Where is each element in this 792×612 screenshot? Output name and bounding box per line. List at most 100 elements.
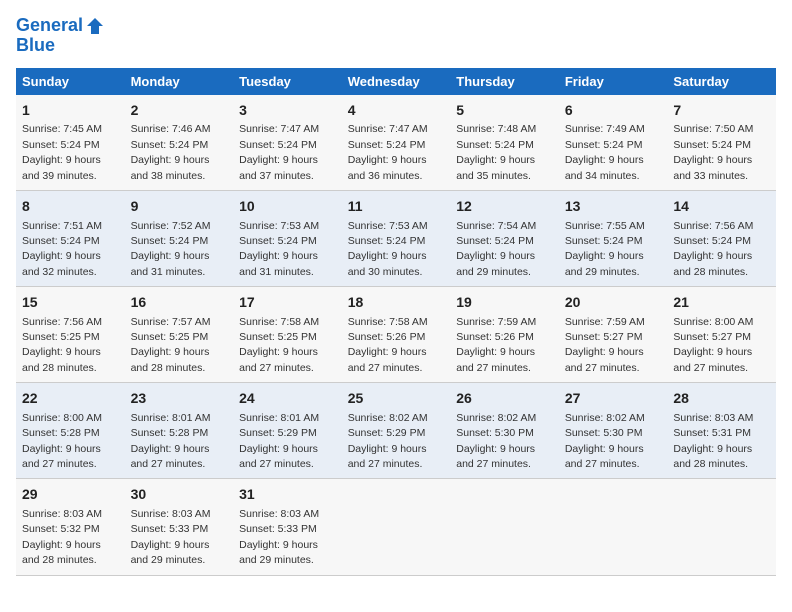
- day-number: 14: [673, 197, 770, 217]
- day-info: Sunrise: 7:53 AM Sunset: 5:24 PM Dayligh…: [348, 220, 428, 278]
- calendar-cell: 18 Sunrise: 7:58 AM Sunset: 5:26 PM Dayli…: [342, 287, 451, 383]
- calendar-cell: 15 Sunrise: 7:56 AM Sunset: 5:25 PM Dayli…: [16, 287, 125, 383]
- day-number: 11: [348, 197, 445, 217]
- logo-icon: [85, 16, 105, 36]
- day-info: Sunrise: 8:03 AM Sunset: 5:31 PM Dayligh…: [673, 412, 753, 470]
- day-info: Sunrise: 7:48 AM Sunset: 5:24 PM Dayligh…: [456, 123, 536, 181]
- day-info: Sunrise: 8:02 AM Sunset: 5:29 PM Dayligh…: [348, 412, 428, 470]
- day-number: 24: [239, 389, 336, 409]
- day-number: 26: [456, 389, 553, 409]
- day-info: Sunrise: 7:47 AM Sunset: 5:24 PM Dayligh…: [239, 123, 319, 181]
- day-number: 21: [673, 293, 770, 313]
- calendar-cell: 7Sunrise: 7:50 AM Sunset: 5:24 PM Daylig…: [667, 95, 776, 191]
- day-number: 19: [456, 293, 553, 313]
- day-info: Sunrise: 7:50 AM Sunset: 5:24 PM Dayligh…: [673, 123, 753, 181]
- day-number: 17: [239, 293, 336, 313]
- day-number: 22: [22, 389, 119, 409]
- calendar-cell: 12Sunrise: 7:54 AM Sunset: 5:24 PM Dayli…: [450, 190, 559, 286]
- day-info: Sunrise: 7:57 AM Sunset: 5:25 PM Dayligh…: [131, 316, 211, 374]
- day-number: 25: [348, 389, 445, 409]
- calendar-cell: 9 Sunrise: 7:52 AM Sunset: 5:24 PM Daylig…: [125, 190, 234, 286]
- day-info: Sunrise: 8:00 AM Sunset: 5:28 PM Dayligh…: [22, 412, 102, 470]
- day-header-sunday: Sunday: [16, 68, 125, 95]
- day-info: Sunrise: 7:58 AM Sunset: 5:25 PM Dayligh…: [239, 316, 319, 374]
- calendar-cell: [559, 479, 668, 575]
- day-number: 4: [348, 101, 445, 121]
- day-info: Sunrise: 8:00 AM Sunset: 5:27 PM Dayligh…: [673, 316, 753, 374]
- day-info: Sunrise: 7:58 AM Sunset: 5:26 PM Dayligh…: [348, 316, 428, 374]
- day-number: 15: [22, 293, 119, 313]
- calendar-cell: 14 Sunrise: 7:56 AM Sunset: 5:24 PM Dayli…: [667, 190, 776, 286]
- day-info: Sunrise: 7:59 AM Sunset: 5:27 PM Dayligh…: [565, 316, 645, 374]
- calendar-cell: [450, 479, 559, 575]
- day-number: 30: [131, 485, 228, 505]
- logo-text: General: [16, 16, 83, 36]
- calendar-cell: 28 Sunrise: 8:03 AM Sunset: 5:31 PM Dayli…: [667, 383, 776, 479]
- day-number: 28: [673, 389, 770, 409]
- calendar-cell: 19 Sunrise: 7:59 AM Sunset: 5:26 PM Dayli…: [450, 287, 559, 383]
- calendar-header: SundayMondayTuesdayWednesdayThursdayFrid…: [16, 68, 776, 95]
- day-number: 13: [565, 197, 662, 217]
- day-info: Sunrise: 7:46 AM Sunset: 5:24 PM Dayligh…: [131, 123, 211, 181]
- day-number: 8: [22, 197, 119, 217]
- calendar-cell: 1Sunrise: 7:45 AM Sunset: 5:24 PM Daylig…: [16, 95, 125, 191]
- day-info: Sunrise: 8:03 AM Sunset: 5:33 PM Dayligh…: [131, 508, 211, 566]
- day-number: 31: [239, 485, 336, 505]
- calendar-cell: 3Sunrise: 7:47 AM Sunset: 5:24 PM Daylig…: [233, 95, 342, 191]
- calendar-cell: 23Sunrise: 8:01 AM Sunset: 5:28 PM Dayli…: [125, 383, 234, 479]
- day-info: Sunrise: 8:02 AM Sunset: 5:30 PM Dayligh…: [456, 412, 536, 470]
- day-info: Sunrise: 7:45 AM Sunset: 5:24 PM Dayligh…: [22, 123, 102, 181]
- day-number: 1: [22, 101, 119, 121]
- day-number: 18: [348, 293, 445, 313]
- calendar-cell: 25 Sunrise: 8:02 AM Sunset: 5:29 PM Dayli…: [342, 383, 451, 479]
- calendar-cell: 29 Sunrise: 8:03 AM Sunset: 5:32 PM Dayli…: [16, 479, 125, 575]
- calendar-cell: 30 Sunrise: 8:03 AM Sunset: 5:33 PM Dayli…: [125, 479, 234, 575]
- calendar-cell: 10 Sunrise: 7:53 AM Sunset: 5:24 PM Dayli…: [233, 190, 342, 286]
- day-number: 10: [239, 197, 336, 217]
- day-number: 7: [673, 101, 770, 121]
- calendar-cell: 6Sunrise: 7:49 AM Sunset: 5:24 PM Daylig…: [559, 95, 668, 191]
- day-number: 3: [239, 101, 336, 121]
- calendar-cell: 31 Sunrise: 8:03 AM Sunset: 5:33 PM Dayli…: [233, 479, 342, 575]
- day-info: Sunrise: 7:49 AM Sunset: 5:24 PM Dayligh…: [565, 123, 645, 181]
- day-header-monday: Monday: [125, 68, 234, 95]
- day-header-wednesday: Wednesday: [342, 68, 451, 95]
- calendar-cell: [667, 479, 776, 575]
- day-info: Sunrise: 7:56 AM Sunset: 5:24 PM Dayligh…: [673, 220, 753, 278]
- day-info: Sunrise: 7:53 AM Sunset: 5:24 PM Dayligh…: [239, 220, 319, 278]
- day-number: 5: [456, 101, 553, 121]
- day-number: 9: [131, 197, 228, 217]
- day-header-tuesday: Tuesday: [233, 68, 342, 95]
- day-info: Sunrise: 7:56 AM Sunset: 5:25 PM Dayligh…: [22, 316, 102, 374]
- calendar-cell: 17 Sunrise: 7:58 AM Sunset: 5:25 PM Dayli…: [233, 287, 342, 383]
- calendar-cell: 5Sunrise: 7:48 AM Sunset: 5:24 PM Daylig…: [450, 95, 559, 191]
- calendar-cell: 21 Sunrise: 8:00 AM Sunset: 5:27 PM Dayli…: [667, 287, 776, 383]
- day-info: Sunrise: 7:47 AM Sunset: 5:24 PM Dayligh…: [348, 123, 428, 181]
- day-header-saturday: Saturday: [667, 68, 776, 95]
- calendar-table: SundayMondayTuesdayWednesdayThursdayFrid…: [16, 68, 776, 576]
- calendar-cell: 24Sunrise: 8:01 AM Sunset: 5:29 PM Dayli…: [233, 383, 342, 479]
- calendar-cell: 11 Sunrise: 7:53 AM Sunset: 5:24 PM Dayli…: [342, 190, 451, 286]
- day-info: Sunrise: 8:02 AM Sunset: 5:30 PM Dayligh…: [565, 412, 645, 470]
- page-header: General Blue: [16, 16, 776, 56]
- day-header-friday: Friday: [559, 68, 668, 95]
- day-number: 16: [131, 293, 228, 313]
- calendar-cell: 26 Sunrise: 8:02 AM Sunset: 5:30 PM Dayli…: [450, 383, 559, 479]
- calendar-cell: [342, 479, 451, 575]
- day-info: Sunrise: 7:54 AM Sunset: 5:24 PM Dayligh…: [456, 220, 536, 278]
- day-info: Sunrise: 8:01 AM Sunset: 5:28 PM Dayligh…: [131, 412, 211, 470]
- calendar-cell: 20 Sunrise: 7:59 AM Sunset: 5:27 PM Dayli…: [559, 287, 668, 383]
- calendar-cell: 27 Sunrise: 8:02 AM Sunset: 5:30 PM Dayli…: [559, 383, 668, 479]
- day-number: 29: [22, 485, 119, 505]
- calendar-cell: 2Sunrise: 7:46 AM Sunset: 5:24 PM Daylig…: [125, 95, 234, 191]
- day-info: Sunrise: 7:59 AM Sunset: 5:26 PM Dayligh…: [456, 316, 536, 374]
- day-info: Sunrise: 7:55 AM Sunset: 5:24 PM Dayligh…: [565, 220, 645, 278]
- day-info: Sunrise: 8:03 AM Sunset: 5:32 PM Dayligh…: [22, 508, 102, 566]
- logo-text-blue: Blue: [16, 36, 105, 56]
- day-number: 20: [565, 293, 662, 313]
- day-header-thursday: Thursday: [450, 68, 559, 95]
- calendar-cell: 13 Sunrise: 7:55 AM Sunset: 5:24 PM Dayli…: [559, 190, 668, 286]
- day-number: 27: [565, 389, 662, 409]
- day-info: Sunrise: 7:52 AM Sunset: 5:24 PM Dayligh…: [131, 220, 211, 278]
- day-info: Sunrise: 8:03 AM Sunset: 5:33 PM Dayligh…: [239, 508, 319, 566]
